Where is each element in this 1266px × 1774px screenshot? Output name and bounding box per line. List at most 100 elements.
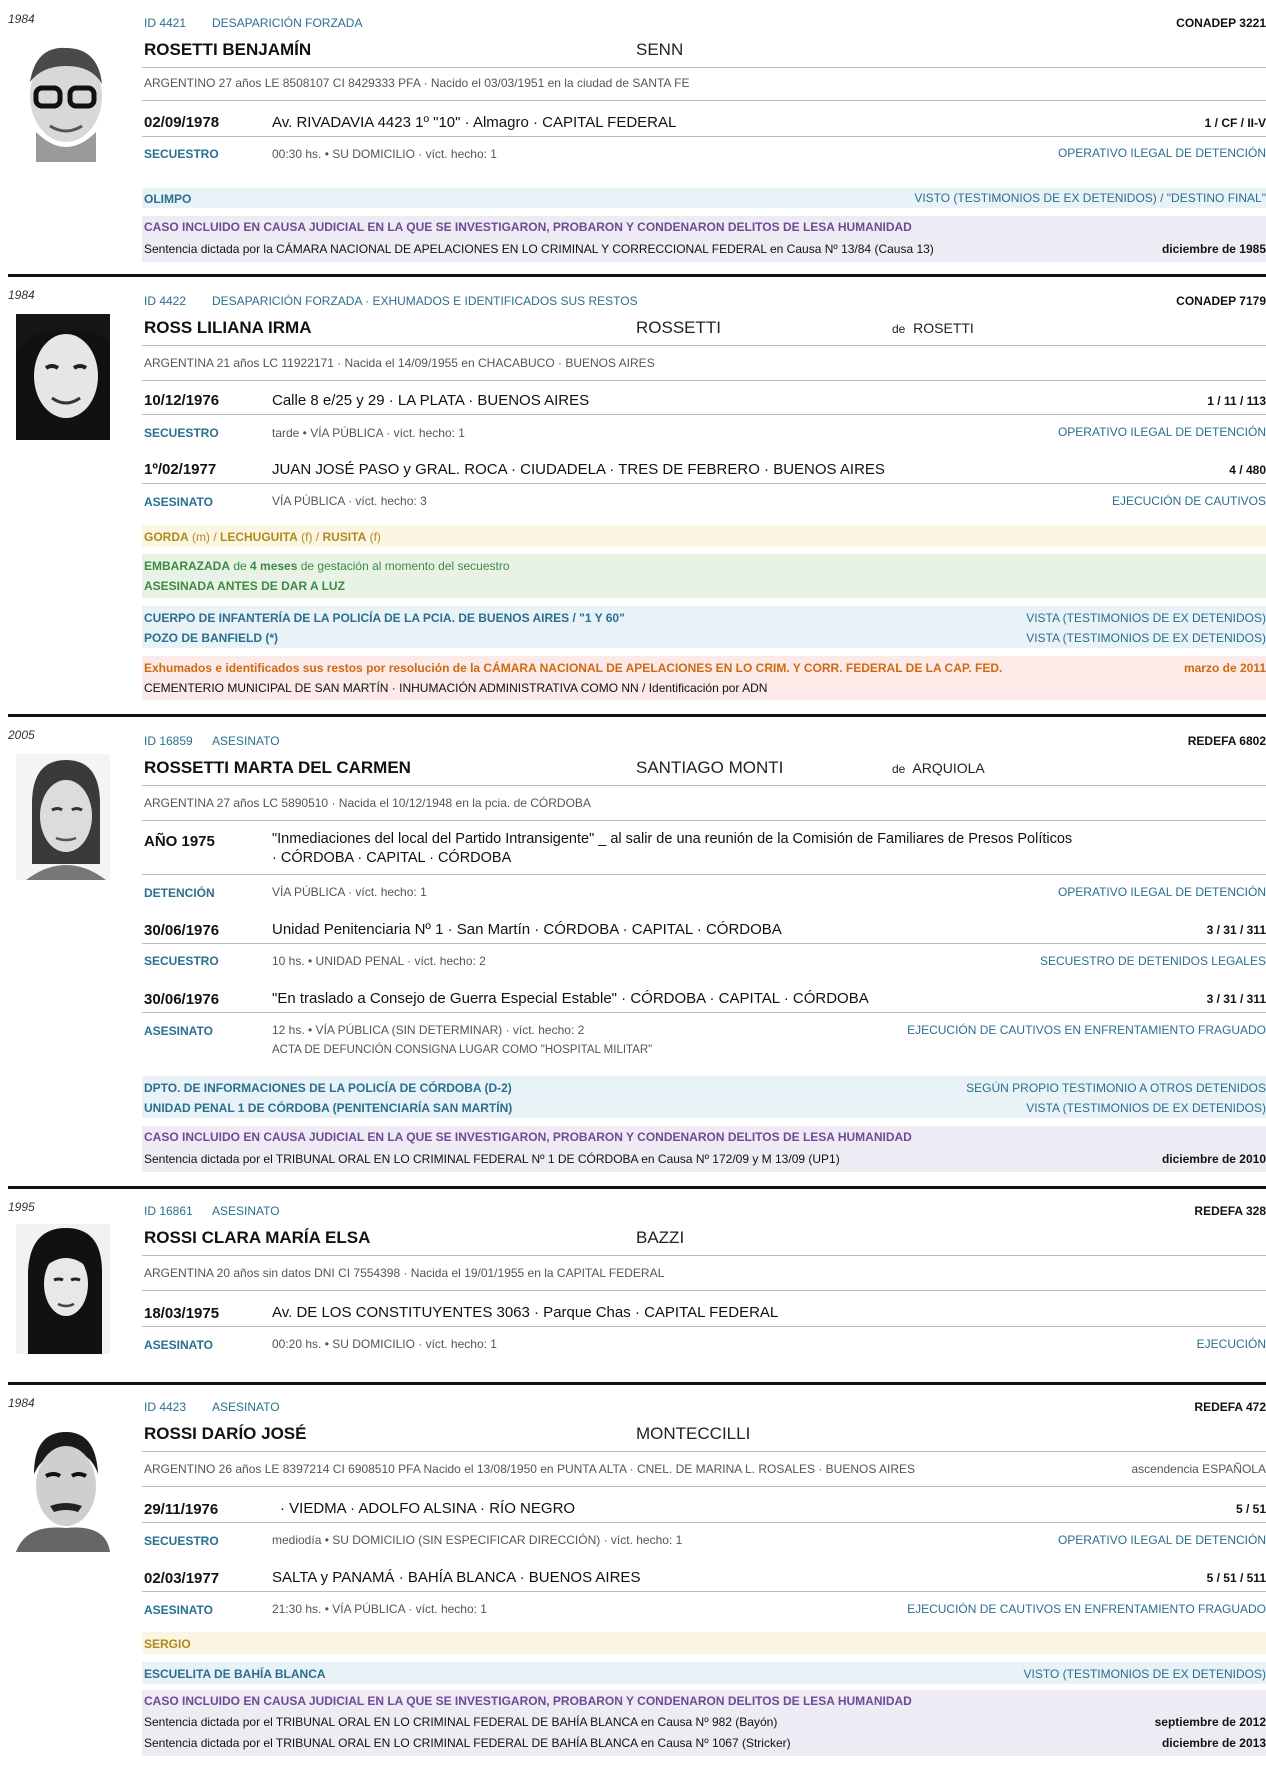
apodo-band: SERGIO [142, 1632, 1266, 1654]
record-source: CONADEP 7179 [1176, 294, 1266, 308]
centro-note: VISTA (TESTIMONIOS DE EX DETENIDOS) [1026, 611, 1266, 625]
record-4422: 1984 ID 4422 DESAPARICIÓN FORZADA · EXHU… [0, 278, 1266, 708]
record-4423: 1984 ID 4423 ASESINATO REDEFA 472 ROSSI … [0, 1386, 1266, 1774]
causa-band: CASO INCLUIDO EN CAUSA JUDICIAL EN LA QU… [142, 1690, 1266, 1756]
event-place: Unidad Penitenciaria Nº 1 · San Martín ·… [272, 921, 782, 938]
event-detail-note: ACTA DE DEFUNCIÓN CONSIGNA LUGAR COMO "H… [272, 1044, 653, 1056]
event-detail: 10 hs. • UNIDAD PENAL · víct. hecho: 2 [272, 954, 486, 968]
centro-name: POZO DE BANFIELD (*) [144, 631, 278, 645]
centro-note: VISTA (TESTIMONIOS DE EX DETENIDOS) [1026, 1101, 1266, 1115]
divider [142, 1451, 1266, 1452]
second-surname: SANTIAGO MONTI [636, 758, 784, 777]
record-separator [8, 714, 1266, 717]
causa-title: CASO INCLUIDO EN CAUSA JUDICIAL EN LA QU… [144, 220, 912, 234]
event-place: Av. DE LOS CONSTITUYENTES 3063 · Parque … [272, 1304, 779, 1321]
record-id: ID 4421 [144, 16, 187, 30]
second-surname: MONTECCILLI [636, 1424, 751, 1443]
portrait-photo [16, 1224, 110, 1354]
apodo-text: SERGIO [144, 1637, 191, 1651]
centro-band: ESCUELITA DE BAHÍA BLANCA VISTO (TESTIMO… [142, 1662, 1266, 1684]
centro-name: CUERPO DE INFANTERÍA DE LA POLICÍA DE LA… [144, 611, 625, 625]
record-type: ASESINATO [212, 1400, 280, 1414]
person-info: ARGENTINA 20 años sin datos DNI CI 75543… [144, 1266, 665, 1280]
record-id: ID 4422 [144, 294, 187, 308]
record-type: ASESINATO [212, 1204, 280, 1218]
apodos-band: GORDA (m) / LECHUGUITA (f) / RUSITA (f) [142, 525, 1266, 547]
record-source: REDEFA 472 [1194, 1400, 1266, 1414]
sentencia-date: diciembre de 1985 [1161, 242, 1266, 256]
married-name: de ARQUIOLA [892, 760, 985, 776]
embarazo-band: EMBARAZADA de 4 meses de gestación al mo… [142, 554, 1266, 598]
centro-name: ESCUELITA DE BAHÍA BLANCA [144, 1667, 326, 1681]
event-date: 1º/02/1977 [144, 461, 217, 478]
person-info: ARGENTINO 27 años LE 8508107 CI 8429333 … [144, 76, 690, 90]
embarazo-note: ASESINADA ANTES DE DAR A LUZ [144, 579, 345, 593]
divider [142, 380, 1266, 381]
event-detail: 00:20 hs. • SU DOMICILIO · víct. hecho: … [272, 1337, 497, 1351]
event-place: Av. RIVADAVIA 4423 1º "10" · Almagro · C… [272, 114, 677, 131]
centros-band: CUERPO DE INFANTERÍA DE LA POLICÍA DE LA… [142, 606, 1266, 648]
event-classification: OPERATIVO ILEGAL DE DETENCIÓN [1057, 885, 1266, 899]
centros-band: DPTO. DE INFORMACIONES DE LA POLICÍA DE … [142, 1076, 1266, 1118]
record-year: 1995 [8, 1200, 35, 1214]
portrait-photo [16, 1424, 110, 1552]
event-classification: OPERATIVO ILEGAL DE DETENCIÓN [1057, 425, 1266, 439]
event-ref: 5 / 51 [1235, 1502, 1266, 1516]
event-detail: tarde • VÍA PÚBLICA · víct. hecho: 1 [272, 426, 465, 440]
divider [142, 1591, 1266, 1592]
causa-title: CASO INCLUIDO EN CAUSA JUDICIAL EN LA QU… [144, 1694, 912, 1708]
record-separator [8, 274, 1266, 277]
event-ref: 5 / 51 / 511 [1206, 1571, 1266, 1585]
exhumacion-band: Exhumados e identificados sus restos por… [142, 656, 1266, 700]
centro-note: VISTO (TESTIMONIOS DE EX DETENIDOS) [1023, 1667, 1266, 1681]
record-id: ID 4423 [144, 1400, 187, 1414]
sentencia-date: diciembre de 2013 [1161, 1736, 1266, 1750]
person-info: ARGENTINA 27 años LC 5890510 · Nacida el… [144, 796, 591, 810]
event-date: 29/11/1976 [144, 1501, 219, 1518]
event-place: · VIEDMA · ADOLFO ALSINA · RÍO NEGRO [280, 1500, 576, 1517]
sentencia-text: Sentencia dictada por el TRIBUNAL ORAL E… [144, 1715, 778, 1729]
embarazo-text: EMBARAZADA de 4 meses de gestación al mo… [144, 559, 510, 573]
event-label: SECUESTRO [144, 954, 219, 968]
person-name: ROSS LILIANA IRMA [144, 318, 312, 337]
event-classification: OPERATIVO ILEGAL DE DETENCIÓN [1057, 1533, 1266, 1547]
record-separator [8, 1382, 1266, 1385]
divider [142, 1486, 1266, 1487]
person-info: ARGENTINO 26 años LE 8397214 CI 6908510 … [144, 1462, 916, 1476]
sentencia-date: diciembre de 2010 [1161, 1152, 1266, 1166]
record-source: CONADEP 3221 [1176, 16, 1266, 30]
event-detail: VÍA PÚBLICA · víct. hecho: 1 [272, 885, 427, 899]
causa-band: CASO INCLUIDO EN CAUSA JUDICIAL EN LA QU… [142, 216, 1266, 262]
person-name: ROSSI CLARA MARÍA ELSA [144, 1228, 371, 1247]
divider [142, 100, 1266, 101]
record-source: REDEFA 328 [1194, 1204, 1266, 1218]
event-classification: EJECUCIÓN DE CAUTIVOS EN ENFRENTAMIENTO … [907, 1602, 1266, 1616]
portrait-photo [16, 36, 110, 162]
event-label: ASESINATO [144, 495, 213, 509]
event-ref: 3 / 31 / 311 [1206, 923, 1266, 937]
event-label: DETENCIÓN [144, 886, 215, 900]
event-place: SALTA y PANAMÁ · BAHÍA BLANCA · BUENOS A… [272, 1569, 641, 1586]
person-name: ROSSETTI MARTA DEL CARMEN [144, 758, 411, 777]
record-id: ID 16859 [144, 734, 193, 748]
event-place-line2: · CÓRDOBA · CAPITAL · CÓRDOBA [272, 850, 512, 866]
divider [142, 483, 1266, 484]
second-surname: ROSSETTI [636, 318, 722, 337]
event-label: ASESINATO [144, 1603, 213, 1617]
event-ref: 1 / 11 / 113 [1207, 394, 1266, 408]
second-surname: SENN [636, 40, 684, 59]
record-separator [8, 1186, 1266, 1189]
person-name: ROSETTI BENJAMÍN [144, 40, 312, 59]
divider [142, 1255, 1266, 1256]
sentencia-text: Sentencia dictada por la CÁMARA NACIONAL… [144, 242, 934, 256]
event-place: "En traslado a Consejo de Guerra Especia… [272, 990, 869, 1007]
divider [142, 1290, 1266, 1291]
centro-note: VISTO (TESTIMONIOS DE EX DETENIDOS) / "D… [914, 191, 1266, 205]
event-label: SECUESTRO [144, 426, 219, 440]
centro-note: SEGÚN PROPIO TESTIMONIO A OTROS DETENIDO… [966, 1081, 1266, 1095]
record-source: REDEFA 6802 [1187, 734, 1266, 748]
exhumacion-detail: CEMENTERIO MUNICIPAL DE SAN MARTÍN · INH… [144, 681, 768, 695]
event-classification: EJECUCIÓN DE CAUTIVOS EN ENFRENTAMIENTO … [907, 1023, 1266, 1037]
event-place: Calle 8 e/25 y 29 · LA PLATA · BUENOS AI… [272, 392, 590, 409]
event-detail: mediodía • SU DOMICILIO (SIN ESPECIFICAR… [272, 1533, 683, 1547]
